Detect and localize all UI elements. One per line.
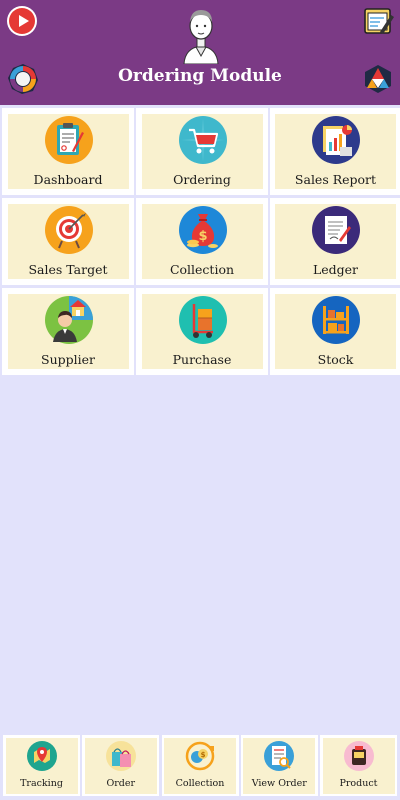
supplier-icon xyxy=(44,296,93,344)
youtube-play-icon[interactable] xyxy=(7,6,37,36)
nav-label: Order xyxy=(106,777,136,789)
module-label: Ledger xyxy=(312,262,359,277)
shopping-bag-icon xyxy=(105,740,136,771)
nav-label: Tracking xyxy=(20,777,63,789)
nav-label: Collection xyxy=(175,777,225,789)
module-label: Purchase xyxy=(172,352,232,367)
nav-item-collection[interactable]: $ Collection xyxy=(161,735,239,796)
target-icon xyxy=(44,206,93,254)
svg-text:$: $ xyxy=(198,229,207,244)
nav-label: Product xyxy=(339,777,378,789)
module-tile-purchase[interactable]: Purchase xyxy=(136,288,268,375)
module-tile-ordering[interactable]: Ordering xyxy=(136,108,268,195)
stock-shelf-icon xyxy=(312,296,360,344)
nav-item-order[interactable]: Order xyxy=(82,735,160,796)
module-grid: Dashboard Ordering Sales Report Sales Ta… xyxy=(2,108,400,375)
module-label: Sales Target xyxy=(28,262,108,277)
hand-truck-icon xyxy=(178,296,227,344)
nav-item-view-order[interactable]: View Order xyxy=(240,735,318,796)
ledger-icon xyxy=(312,206,360,254)
module-tile-sales-target[interactable]: Sales Target xyxy=(2,198,134,285)
clipboard-report-icon xyxy=(44,116,93,164)
module-label: Stock xyxy=(317,352,354,367)
notes-pencil-icon[interactable] xyxy=(364,6,394,36)
module-label: Sales Report xyxy=(294,172,377,187)
tracking-icon xyxy=(26,740,57,771)
nav-item-product[interactable]: Product xyxy=(320,735,397,796)
module-tile-collection[interactable]: $ Collection xyxy=(136,198,268,285)
shopping-cart-icon xyxy=(178,116,227,164)
nav-label: View Order xyxy=(251,777,307,789)
user-avatar-icon xyxy=(183,10,219,64)
module-tile-stock[interactable]: Stock xyxy=(270,288,400,375)
module-label: Supplier xyxy=(41,352,95,367)
module-tile-sales-report[interactable]: Sales Report xyxy=(270,108,400,195)
bottom-nav: Tracking Order $ Collection View Order P… xyxy=(0,735,400,800)
view-order-icon xyxy=(264,740,295,771)
nav-item-tracking[interactable]: Tracking xyxy=(3,735,80,796)
coins-collection-icon: $ xyxy=(185,741,215,770)
module-tile-supplier[interactable]: Supplier xyxy=(2,288,134,375)
module-tile-dashboard[interactable]: Dashboard xyxy=(2,108,134,195)
module-label: Ordering xyxy=(173,172,231,187)
app-header: Ordering Module xyxy=(0,0,400,105)
sales-report-icon xyxy=(312,116,360,164)
product-icon xyxy=(343,740,374,771)
money-bag-icon: $ xyxy=(178,206,227,254)
module-label: Dashboard xyxy=(33,172,103,187)
svg-text:$: $ xyxy=(201,751,206,759)
module-tile-ledger[interactable]: Ledger xyxy=(270,198,400,285)
module-label: Collection xyxy=(169,262,235,277)
page-title: Ordering Module xyxy=(118,66,282,86)
